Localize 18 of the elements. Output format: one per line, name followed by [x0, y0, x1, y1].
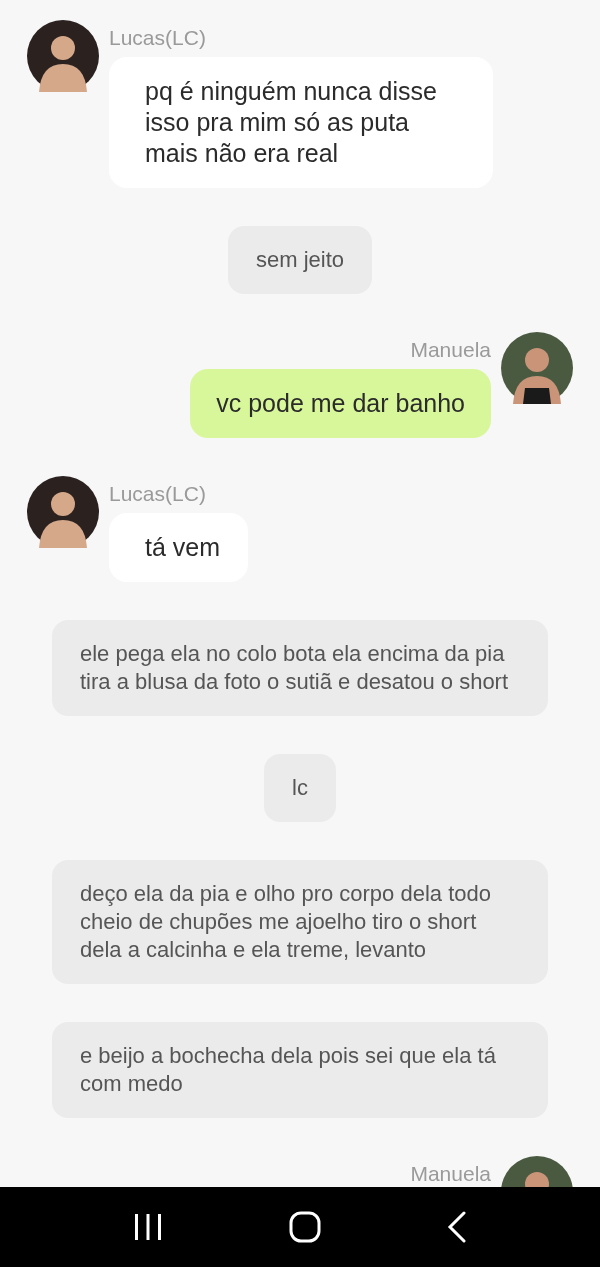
- sender-name: Lucas(LC): [109, 481, 207, 507]
- message-bubble: pq é ninguém nunca disse isso pra mim só as puta mais não era real: [109, 57, 493, 188]
- sender-name: Lucas(LC): [109, 25, 207, 51]
- sender-name: Manuela: [410, 1161, 491, 1187]
- sender-name: Manuela: [410, 337, 491, 363]
- narration-bubble: deço ela da pia e olho pro corpo dela todo cheio de chupões me ajoelho tiro o short dela a calcinha e ela treme, levanto: [52, 860, 548, 984]
- recent-apps-icon[interactable]: [133, 1213, 163, 1241]
- avatar: [27, 476, 99, 548]
- avatar: [27, 20, 99, 92]
- narration-bubble: ele pega ela no colo bota ela encima da pia tira a blusa da foto o sutiã e desatou o short: [52, 620, 548, 716]
- message-bubble: tá vem: [109, 513, 249, 582]
- home-icon[interactable]: [289, 1211, 321, 1243]
- back-icon[interactable]: [447, 1211, 467, 1243]
- message-bubble: vc pode me dar banho: [190, 369, 491, 438]
- narration-bubble: e beijo a bochecha dela pois sei que ela tá com medo: [52, 1022, 548, 1118]
- avatar: [501, 332, 573, 404]
- narration-bubble: lc: [264, 754, 336, 822]
- narration-bubble: sem jeito: [227, 226, 372, 294]
